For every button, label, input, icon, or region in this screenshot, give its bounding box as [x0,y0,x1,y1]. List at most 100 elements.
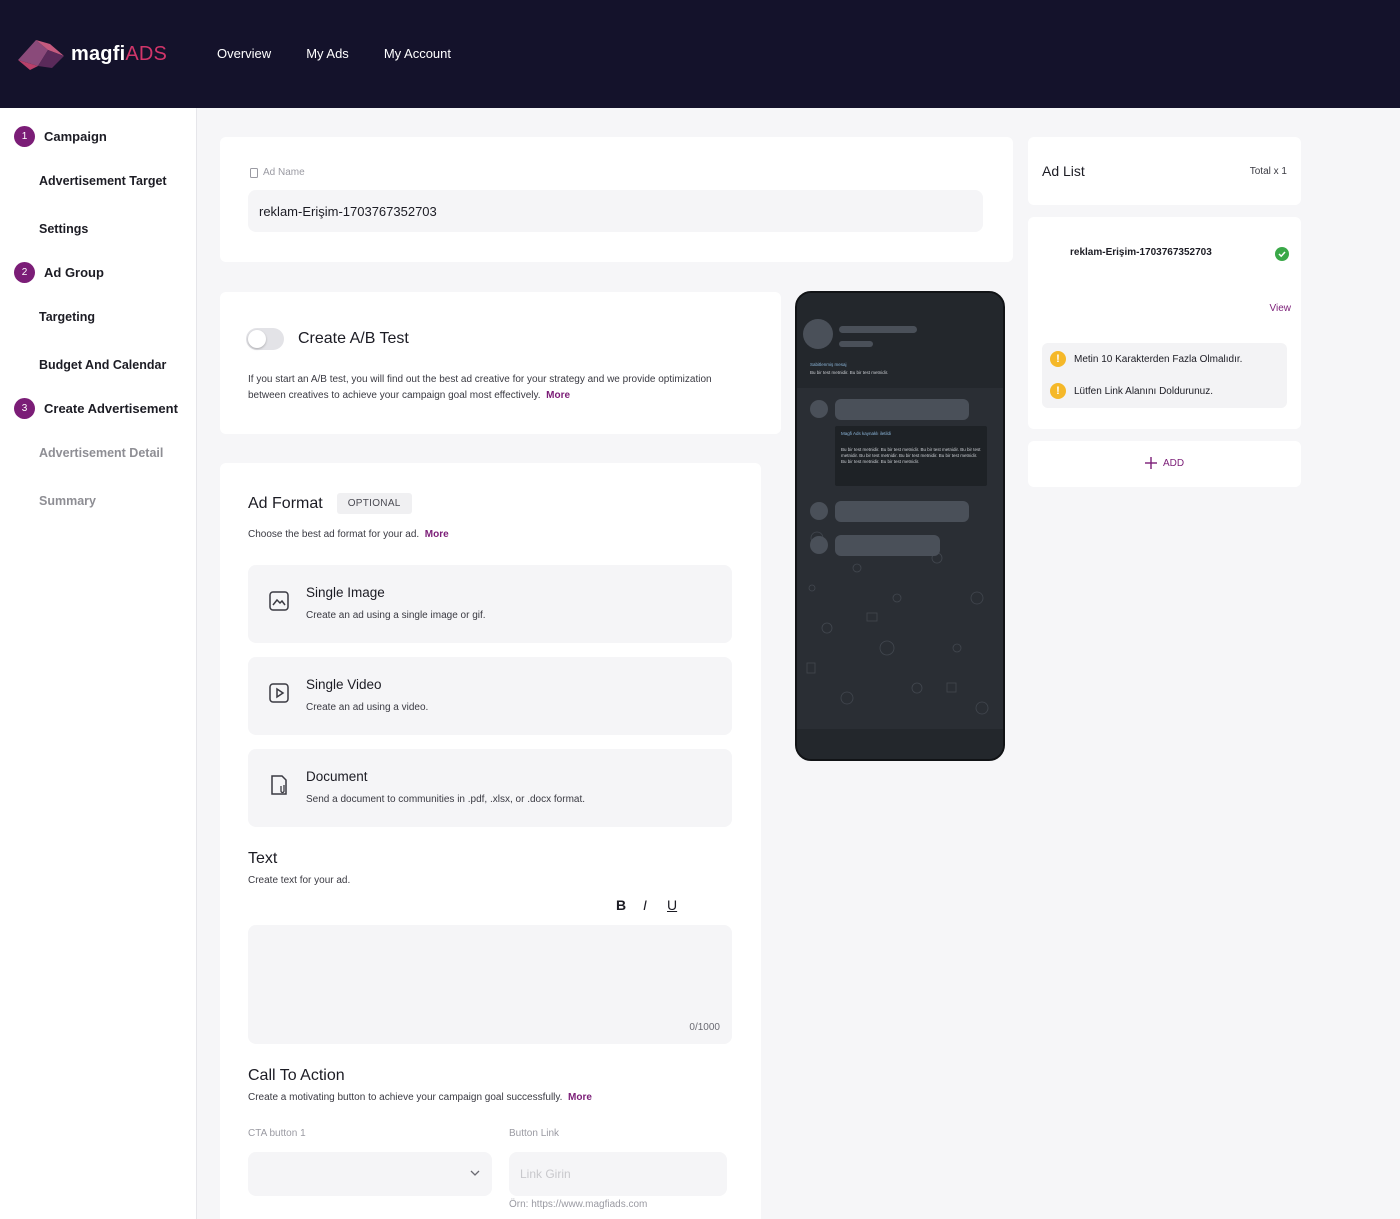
format-document[interactable]: Document Send a document to communities … [248,749,732,827]
ad-item-name: reklam-Erişim-1703767352703 [1070,247,1212,258]
step-label: Ad Group [44,265,104,280]
ad-message-bubble: Magfi Ads kaynaklı iletildi Bu bir test … [835,426,987,486]
format-desc: Send a document to communities in .pdf, … [306,794,586,805]
step-label: Create Advertisement [44,401,178,416]
text-title: Text [248,850,278,867]
warning-text: Metin 10 Karakterden Fazla Olmalıdır. [1074,353,1243,365]
image-icon [269,591,289,611]
pinned-text: Bu bir test metnidir. Bu bir test metnid… [810,370,889,375]
msg-bubble [835,535,940,556]
cta-title: Call To Action [248,1067,345,1084]
ad-name-card: Ad Name reklam-Erişim-1703767352703 [220,137,1013,262]
format-title: Single Image [306,585,385,600]
substep-advertisement-detail[interactable]: Advertisement Detail [39,446,163,460]
channel-name-bar [839,326,917,333]
cta-button-label: CTA button 1 [248,1128,306,1139]
format-title: Single Video [306,677,382,692]
format-single-video[interactable]: Single Video Create an ad using a video. [248,657,732,735]
ad-form-card: Ad Format OPTIONAL Choose the best ad fo… [220,463,761,1219]
warning-item: ! Lütfen Link Alanını Doldurunuz. [1050,383,1213,399]
video-icon [269,683,289,703]
step-label: Campaign [44,129,107,144]
toggle-knob [248,330,266,348]
phone-header: Sabitlenmiş mesaj Bu bir test metnidir. … [797,293,1003,388]
logo[interactable]: magfiADS [16,36,167,72]
italic-button[interactable]: I [643,897,647,913]
char-counter: 0/1000 [689,1022,720,1033]
step-ad-group[interactable]: 2 Ad Group [14,262,104,283]
ad-format-header: Ad Format OPTIONAL [248,493,412,514]
warning-icon: ! [1050,351,1066,367]
main-nav: Overview My Ads My Account [217,46,451,61]
substep-summary[interactable]: Summary [39,494,96,508]
substep-budget-calendar[interactable]: Budget And Calendar [39,358,166,372]
ad-name-input[interactable]: reklam-Erişim-1703767352703 [248,190,983,232]
check-icon [1275,247,1289,261]
ad-format-description: Choose the best ad format for your ad. M… [248,529,449,540]
warning-item: ! Metin 10 Karakterden Fazla Olmalıdır. [1050,351,1242,367]
msg-bubble [835,501,969,522]
ab-test-more-link[interactable]: More [546,390,570,401]
logo-text: magfiADS [71,42,168,65]
step-number: 2 [14,262,35,283]
bold-button[interactable]: B [616,897,626,913]
underline-button[interactable]: U [667,897,677,913]
channel-sub-bar [839,341,873,347]
step-number: 1 [14,126,35,147]
ad-format-more-link[interactable]: More [425,529,449,540]
button-link-label: Button Link [509,1128,560,1139]
msg-avatar [810,502,828,520]
add-button-content: ADD [1145,457,1184,469]
nav-my-account[interactable]: My Account [384,46,451,61]
nav-overview[interactable]: Overview [217,46,271,61]
warnings-box: ! Metin 10 Karakterden Fazla Olmalıdır. … [1042,343,1287,408]
format-desc: Create an ad using a single image or gif… [306,610,486,621]
optional-badge: OPTIONAL [336,493,412,514]
substep-advertisement-target[interactable]: Advertisement Target [39,174,167,188]
button-link-hint: Örn: https://www.magfiads.com [509,1199,648,1210]
bubble-text: Bu bir test metnidir. Bu bir test metnid… [841,447,981,464]
step-number: 3 [14,398,35,419]
add-label: ADD [1163,457,1185,469]
warning-icon: ! [1050,383,1066,399]
msg-bubble [835,399,969,420]
logo-mark-icon [18,40,64,70]
button-link-input[interactable] [509,1152,727,1196]
cta-more-link[interactable]: More [568,1092,592,1103]
file-icon [250,167,258,178]
substep-targeting[interactable]: Targeting [39,310,95,324]
pinned-title: Sabitlenmiş mesaj [810,362,847,367]
warning-text: Lütfen Link Alanını Doldurunuz. [1074,385,1213,397]
view-link[interactable]: View [1270,303,1292,314]
text-description: Create text for your ad. [248,875,351,886]
nav-my-ads[interactable]: My Ads [306,46,349,61]
msg-avatar [810,536,828,554]
channel-avatar [803,319,833,349]
ab-test-toggle[interactable] [246,328,284,350]
steps-sidebar: 1 Campaign Advertisement Target Settings… [0,108,197,1219]
step-create-advertisement[interactable]: 3 Create Advertisement [14,398,178,419]
ab-test-card: Create A/B Test If you start an A/B test… [220,292,781,434]
phone-preview: Sabitlenmiş mesaj Bu bir test metnidir. … [795,291,1005,761]
format-title: Document [306,769,368,784]
ab-test-description: If you start an A/B test, you will find … [248,374,712,401]
ad-list-total: Total x 1 [1249,166,1287,177]
substep-settings[interactable]: Settings [39,222,88,236]
bubble-forward-title: Magfi Ads kaynaklı iletildi [841,431,892,436]
phone-footer [797,729,1003,759]
ad-list-header-card: Ad List Total x 1 [1028,137,1301,205]
msg-avatar [810,400,828,418]
ab-test-title: Create A/B Test [298,330,409,347]
cta-button-select[interactable] [248,1152,492,1196]
format-single-image[interactable]: Single Image Create an ad using a single… [248,565,732,643]
top-bar: magfiADS Overview My Ads My Account [0,0,1400,108]
plus-icon [1145,457,1157,469]
ad-text-area[interactable]: 0/1000 [248,925,732,1044]
chevron-down-icon [470,1170,480,1176]
step-campaign[interactable]: 1 Campaign [14,126,107,147]
cta-description: Create a motivating button to achieve yo… [248,1092,592,1103]
add-ad-button[interactable]: ADD [1028,441,1301,487]
document-icon [271,775,287,795]
ad-list-title: Ad List [1042,163,1085,179]
ad-list-item-card[interactable]: reklam-Erişim-1703767352703 View ! Metin… [1028,217,1301,429]
